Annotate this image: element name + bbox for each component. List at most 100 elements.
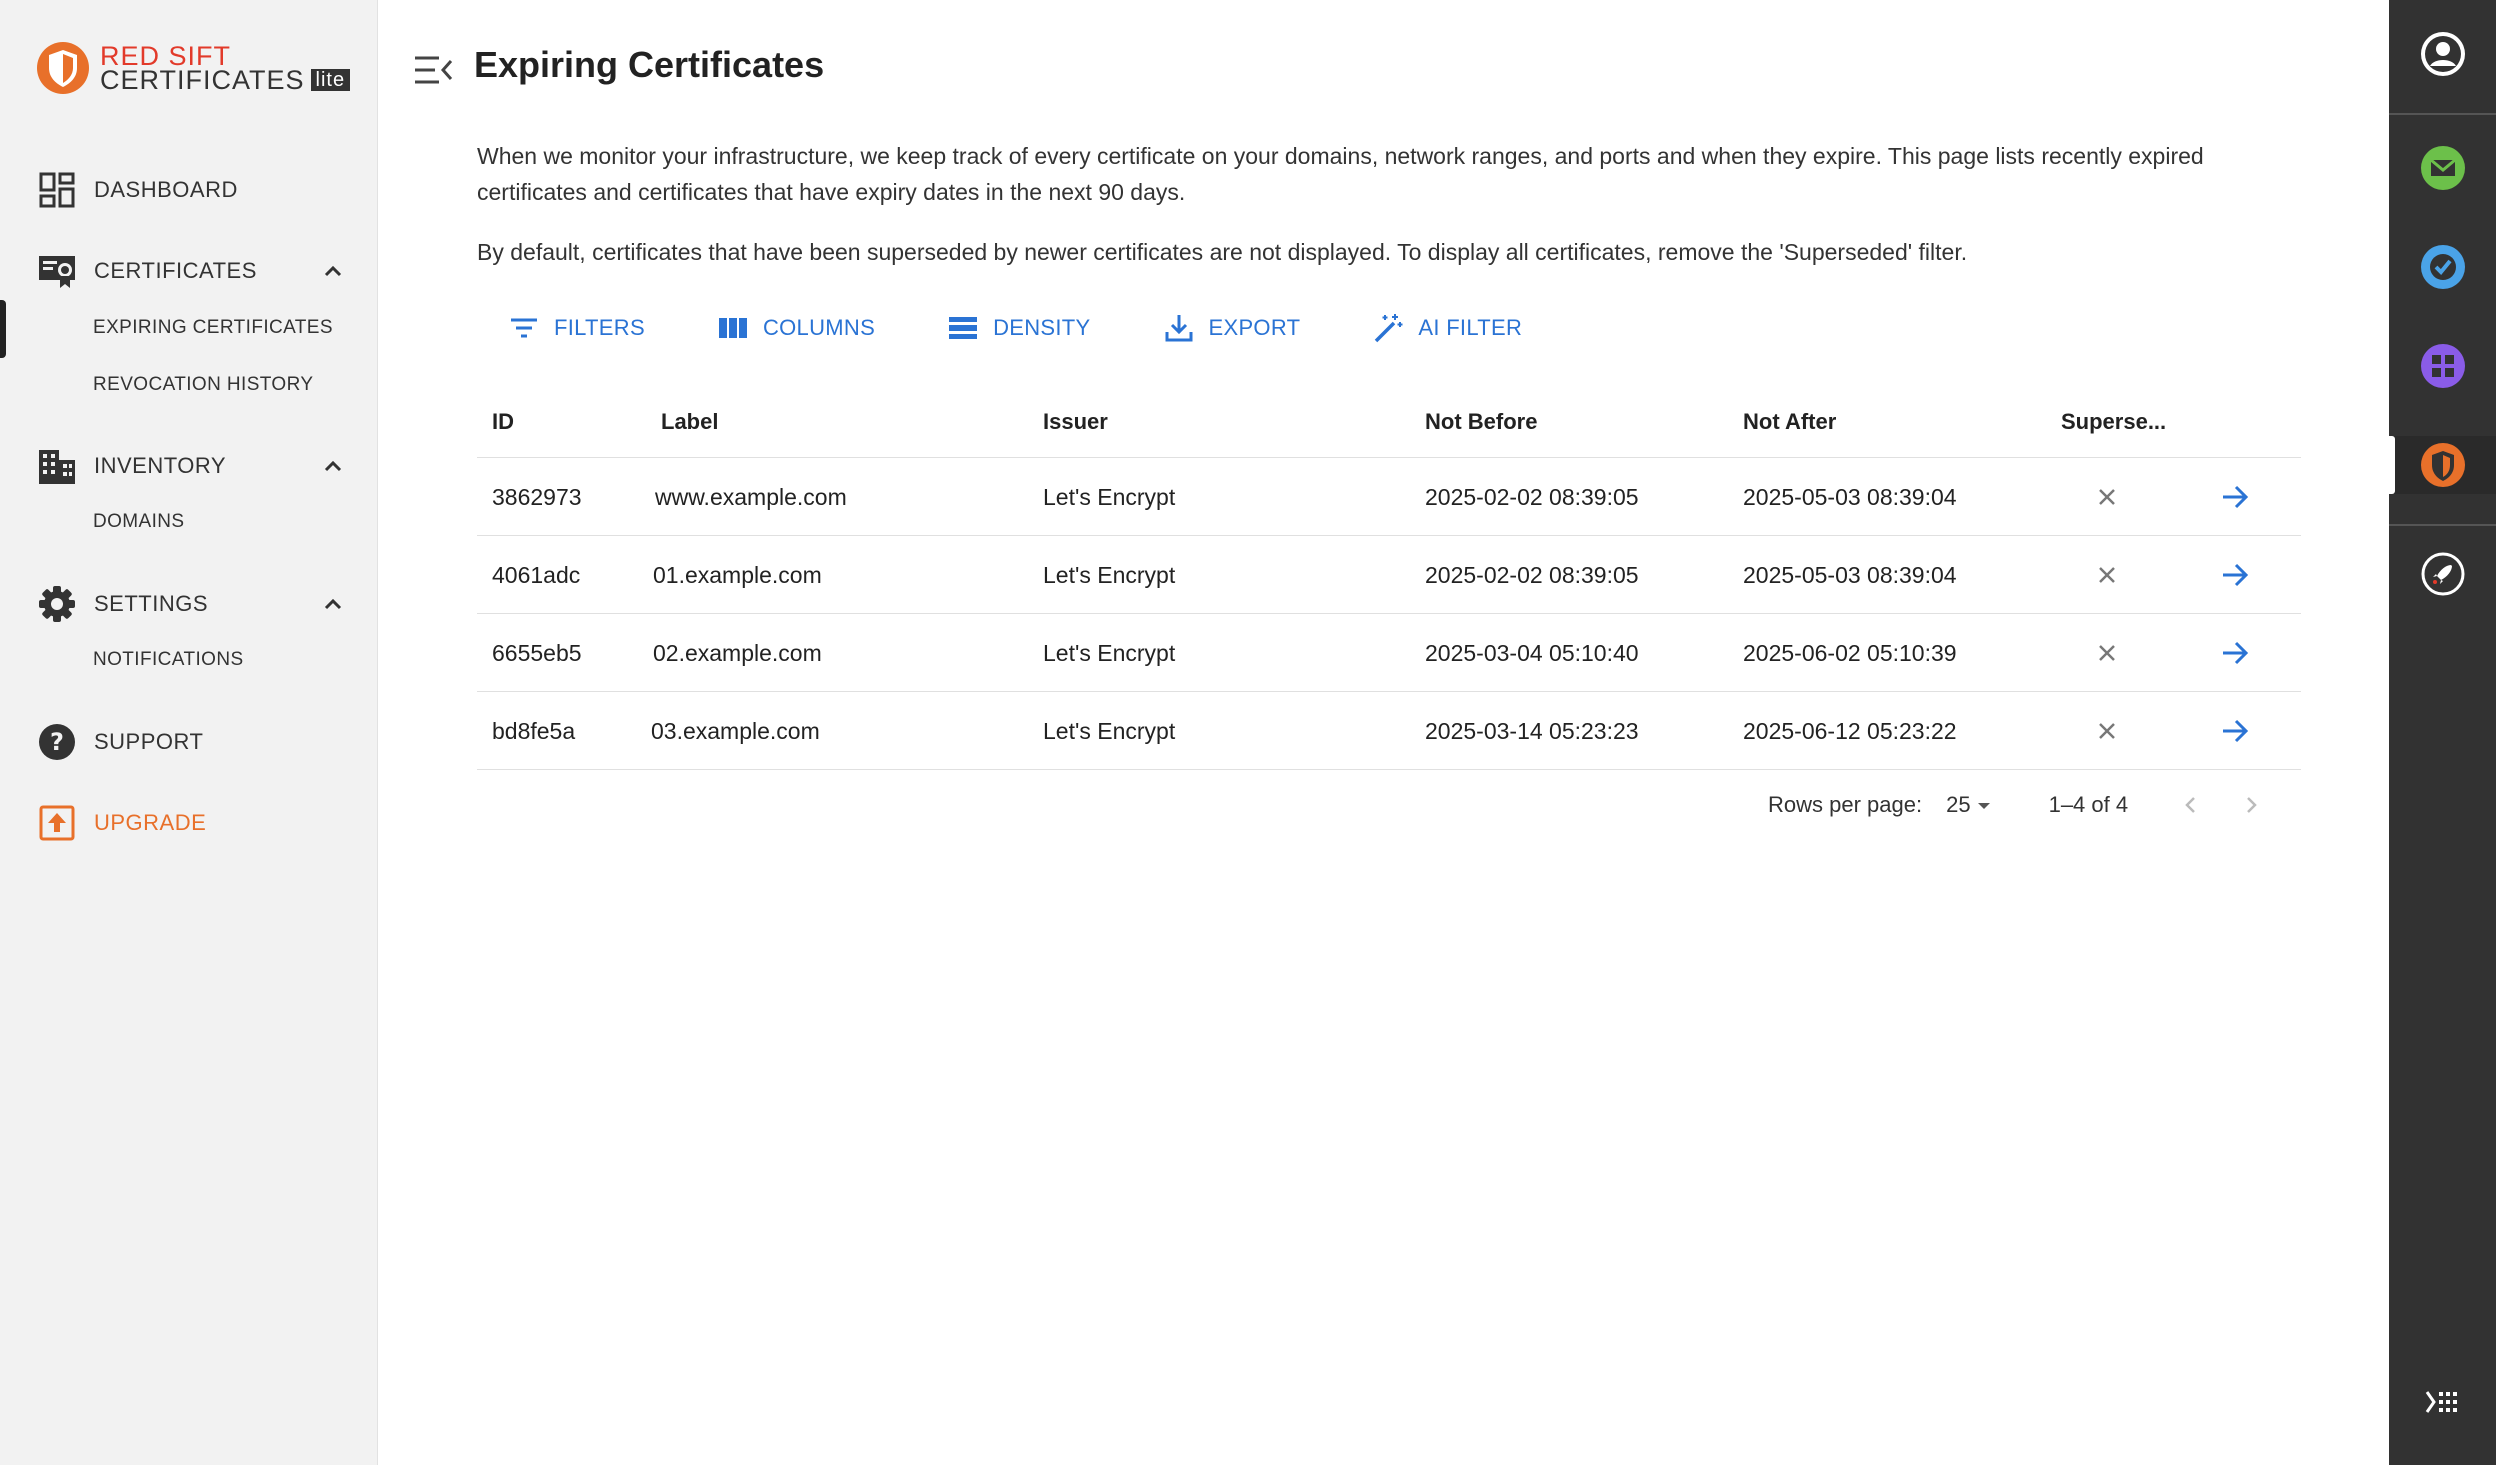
cell-id: 3862973 [492, 483, 582, 510]
cell-issuer: Let's Encrypt [1043, 483, 1176, 510]
rows-per-page-label: Rows per page: [1768, 792, 1923, 817]
close-icon [2095, 536, 2119, 614]
cell-issuer: Let's Encrypt [1043, 717, 1176, 744]
certificate-icon [38, 252, 76, 290]
sidebar-item-domains[interactable]: DOMAINS [93, 511, 184, 533]
filters-button[interactable]: FILTERS [508, 312, 645, 344]
table-toolbar: FILTERS COLUMNS DENSITY EXPORT AI FILTER [508, 312, 1594, 344]
caret-down-icon [1977, 803, 1990, 809]
arrow-right-icon[interactable] [2219, 536, 2251, 614]
sidebar-item-inventory[interactable]: INVENTORY [38, 446, 226, 486]
chevron-up-icon[interactable] [318, 451, 348, 481]
rocket-icon[interactable] [2419, 550, 2467, 598]
page-note: By default, certificates that have been … [477, 239, 1968, 265]
certificates-table: ID Label Issuer Not Before Not After Sup… [477, 386, 2301, 770]
help-icon: ? [38, 723, 76, 761]
sidebar-item-dashboard[interactable]: DASHBOARD [38, 170, 238, 210]
sidebar-item-expiring-certificates[interactable]: EXPIRING CERTIFICATES [93, 317, 333, 339]
column-header-id[interactable]: ID [492, 386, 514, 458]
sidebar: RED SIFT CERTIFICATES lite DASHBOARD CERT… [0, 0, 378, 1465]
cell-not-after: 2025-06-02 05:10:39 [1743, 639, 1957, 666]
app-switcher-rail [2389, 0, 2496, 1465]
export-button[interactable]: EXPORT [1163, 312, 1301, 344]
expand-rail-icon[interactable] [2423, 1382, 2463, 1422]
ai-filter-label: AI FILTER [1418, 315, 1523, 340]
sidebar-item-settings[interactable]: SETTINGS [38, 584, 208, 624]
pagination-range: 1–4 of 4 [2048, 792, 2129, 817]
column-header-label[interactable]: Label [661, 386, 718, 458]
cell-label: 01.example.com [653, 561, 822, 588]
cell-label: 03.example.com [651, 717, 820, 744]
columns-label: COLUMNS [762, 315, 876, 340]
column-header-not-before[interactable]: Not Before [1425, 386, 1537, 458]
filters-label: FILTERS [554, 315, 645, 340]
sidebar-item-support[interactable]: ? SUPPORT [38, 722, 203, 762]
column-header-not-after[interactable]: Not After [1743, 386, 1836, 458]
menu-collapse-icon[interactable] [413, 52, 453, 88]
chevron-right-icon[interactable] [2236, 790, 2266, 820]
account-icon[interactable] [2419, 30, 2467, 78]
cell-not-before: 2025-03-14 05:23:23 [1425, 717, 1639, 744]
cell-not-before: 2025-02-02 08:39:05 [1425, 483, 1639, 510]
chevron-up-icon[interactable] [318, 589, 348, 619]
cell-id: bd8fe5a [492, 717, 576, 744]
cell-not-after: 2025-05-03 08:39:04 [1743, 561, 1957, 588]
density-icon [949, 317, 978, 339]
table-row[interactable]: 6655eb5 02.example.com Let's Encrypt 202… [477, 614, 2301, 692]
sidebar-item-upgrade[interactable]: UPGRADE [38, 803, 206, 843]
column-header-issuer[interactable]: Issuer [1043, 386, 1108, 458]
cell-not-before: 2025-02-02 08:39:05 [1425, 561, 1639, 588]
arrow-right-icon[interactable] [2219, 692, 2251, 770]
chevron-left-icon[interactable] [2176, 790, 2206, 820]
export-label: EXPORT [1208, 315, 1301, 340]
brand-logo[interactable]: RED SIFT CERTIFICATES lite [36, 40, 351, 96]
cell-not-before: 2025-03-04 05:10:40 [1425, 639, 1639, 666]
brand-trust-app-icon[interactable] [2419, 243, 2467, 291]
dashboard-icon [38, 171, 76, 209]
column-header-superseded[interactable]: Superse... [2061, 386, 2166, 458]
sidebar-item-notifications[interactable]: NOTIFICATIONS [93, 649, 244, 671]
table-row[interactable]: 3862973 www.example.com Let's Encrypt 20… [477, 458, 2301, 536]
active-indicator [0, 300, 6, 358]
table-header-row: ID Label Issuer Not Before Not After Sup… [477, 386, 2301, 458]
arrow-right-icon[interactable] [2219, 614, 2251, 692]
active-app-indicator [2389, 436, 2395, 494]
certificates-app-icon[interactable] [2419, 441, 2467, 489]
rail-divider [2389, 524, 2496, 526]
magic-wand-icon [1375, 314, 1403, 343]
table-row[interactable]: 4061adc 01.example.com Let's Encrypt 202… [477, 536, 2301, 614]
sidebar-item-label: CERTIFICATES [94, 258, 257, 283]
rows-per-page-value: 25 [1946, 792, 1971, 817]
sidebar-item-label: DASHBOARD [94, 177, 238, 202]
density-label: DENSITY [993, 315, 1091, 340]
svg-text:?: ? [50, 728, 64, 756]
download-icon [1165, 315, 1193, 342]
cell-label: www.example.com [655, 483, 847, 510]
ondmarc-app-icon[interactable] [2419, 144, 2467, 192]
sidebar-item-certificates[interactable]: CERTIFICATES [38, 251, 257, 291]
rows-per-page-select[interactable]: 25 [1946, 792, 1996, 818]
ai-filter-button[interactable]: AI FILTER [1372, 312, 1522, 344]
columns-button[interactable]: COLUMNS [717, 312, 875, 344]
sidebar-item-label: SETTINGS [94, 591, 209, 616]
chevron-up-icon[interactable] [318, 256, 348, 286]
sidebar-item-revocation-history[interactable]: REVOCATION HISTORY [93, 374, 313, 396]
close-icon [2095, 458, 2119, 536]
brand-badge: lite [310, 69, 351, 91]
brand-line2: CERTIFICATES [100, 65, 305, 95]
close-icon [2095, 692, 2119, 770]
density-button[interactable]: DENSITY [947, 312, 1090, 344]
building-icon [38, 447, 76, 485]
upgrade-icon [38, 804, 76, 842]
shield-logo-icon [37, 42, 89, 94]
cell-not-after: 2025-05-03 08:39:04 [1743, 483, 1957, 510]
asm-app-icon[interactable] [2419, 342, 2467, 390]
table-row[interactable]: bd8fe5a 03.example.com Let's Encrypt 202… [477, 692, 2301, 770]
cell-id: 6655eb5 [492, 639, 582, 666]
sidebar-item-label: INVENTORY [94, 453, 227, 478]
gear-icon [38, 585, 76, 623]
close-icon [2095, 614, 2119, 692]
cell-not-after: 2025-06-12 05:23:22 [1743, 717, 1957, 744]
arrow-right-icon[interactable] [2219, 458, 2251, 536]
filter-icon [511, 318, 537, 338]
